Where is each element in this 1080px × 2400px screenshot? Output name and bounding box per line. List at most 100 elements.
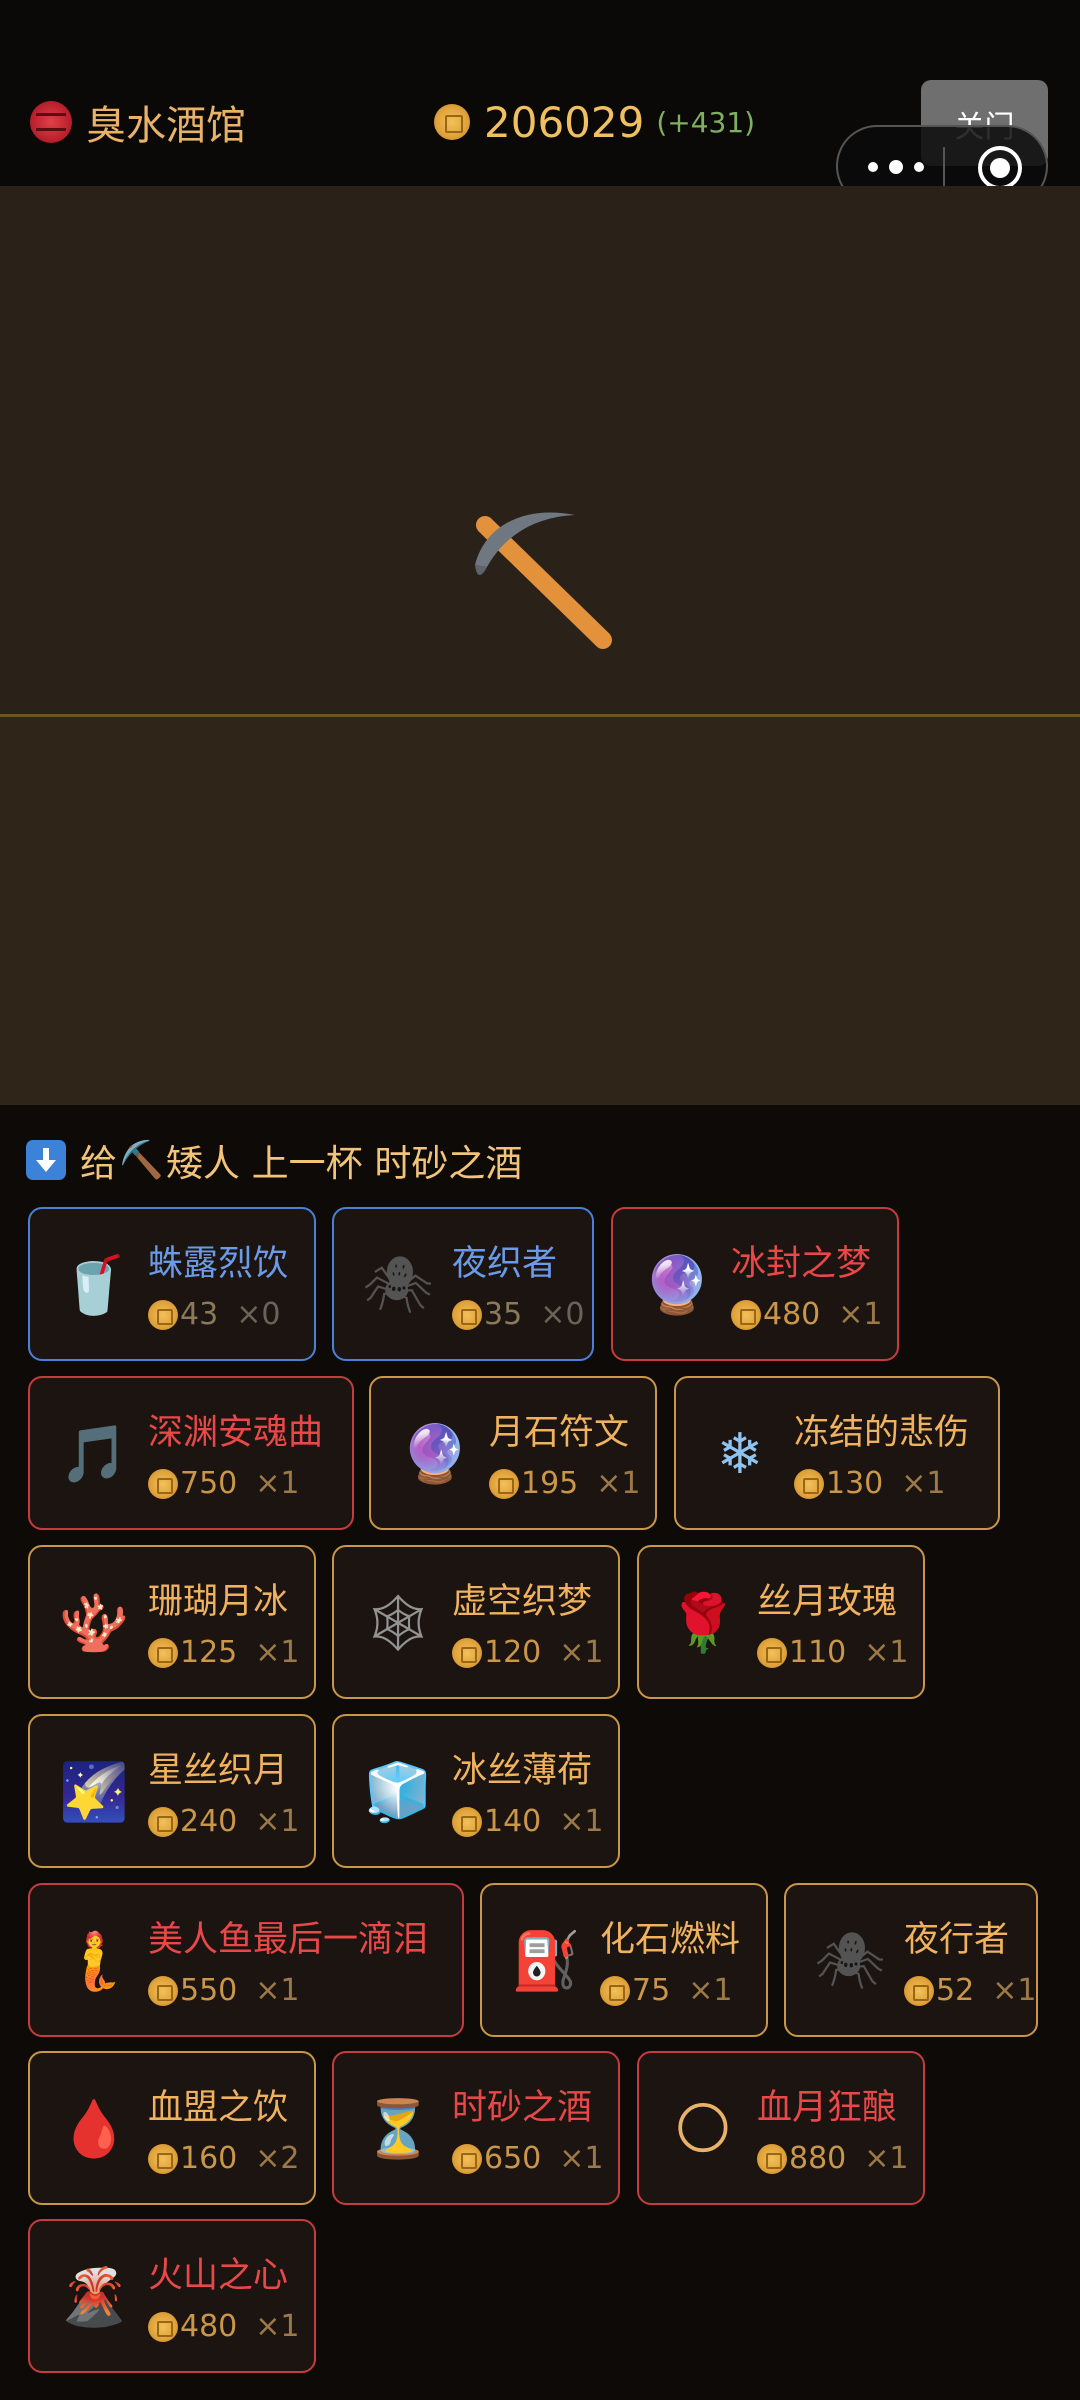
coin-icon: [452, 1806, 482, 1837]
drink-name: 火山之心: [148, 2256, 289, 2296]
exit-mini-program-icon[interactable]: [978, 146, 1022, 190]
drink-name: 美人鱼最后一滴泪: [148, 1920, 429, 1960]
drink-price: 75: [632, 1973, 671, 2008]
drink-meta: 240 ×1: [148, 1804, 300, 1839]
drink-name: 蛛露烈饮: [148, 1244, 289, 1284]
coin-icon: [148, 2143, 178, 2174]
drink-card[interactable]: 🕷 夜行者 52 ×1: [784, 1883, 1038, 2037]
music-note-icon: 🎵: [59, 1422, 129, 1487]
coin-balance: 206029 (+431): [434, 94, 755, 150]
top-bar: 臭水酒馆 206029 (+431) 关门: [0, 0, 1080, 207]
drink-card[interactable]: 🔮 月石符文 195 ×1: [369, 1376, 657, 1530]
drink-price: 750: [180, 1466, 238, 1501]
fuel-pump-icon: ⛽: [511, 1929, 581, 1994]
drink-quantity: ×1: [255, 2309, 300, 2344]
coin-icon: [794, 1468, 824, 1499]
drink-card[interactable]: 🧊 冰丝薄荷 140 ×1: [332, 1714, 620, 1868]
drink-quantity: ×1: [255, 1973, 300, 2008]
order-prompt: 给 ⛏️ 矮人 上一杯 时砂之酒: [26, 1130, 522, 1190]
coin-icon: [148, 2311, 178, 2342]
coin-icon: [452, 1299, 482, 1330]
tumbler-glass-icon: 🥤: [59, 1253, 129, 1318]
shooting-star-icon: 🌠: [59, 1760, 129, 1825]
coral-icon: 🪸: [59, 1591, 129, 1656]
drink-card[interactable]: 🕸 虚空织梦 120 ×1: [332, 1545, 620, 1699]
drink-card[interactable]: 🌠 星丝织月 240 ×1: [28, 1714, 316, 1868]
spider-icon: 🕷: [814, 1929, 886, 1994]
drink-card[interactable]: ❄ 冻结的悲伤 130 ×1: [674, 1376, 1000, 1530]
snowflake-icon: ❄: [716, 1421, 764, 1487]
drink-meta: 110 ×1: [757, 1635, 909, 1670]
prompt-prefix: 给: [80, 1142, 117, 1185]
drink-name: 时砂之酒: [452, 2088, 593, 2128]
drink-name: 血盟之饮: [148, 2088, 289, 2128]
tavern-title: 臭水酒馆: [30, 94, 246, 150]
drink-quantity: ×1: [864, 2141, 909, 2176]
mermaid-icon: 🧜: [59, 1929, 129, 1994]
drink-quantity: ×1: [838, 1297, 883, 1332]
drink-quantity: ×1: [255, 1466, 300, 1501]
spider-web-icon: 🕸: [362, 1591, 434, 1656]
drink-name: 夜行者: [904, 1920, 1010, 1960]
drink-meta: 43 ×0: [148, 1297, 280, 1332]
drink-price: 130: [826, 1466, 884, 1501]
drink-price: 110: [789, 1635, 847, 1670]
more-options-icon[interactable]: [868, 155, 924, 179]
drink-quantity: ×1: [901, 1466, 946, 1501]
drink-card[interactable]: ⛽ 化石燃料 75 ×1: [480, 1883, 768, 2037]
drink-card[interactable]: 🌹 丝月玫瑰 110 ×1: [637, 1545, 925, 1699]
crystal-ball-icon: 🔮: [642, 1253, 712, 1318]
drink-meta: 35 ×0: [452, 1297, 584, 1332]
spider-icon: 🕷: [362, 1253, 434, 1318]
drink-card[interactable]: 🥤 蛛露烈饮 43 ×0: [28, 1207, 316, 1361]
crystal-ball-icon: 🔮: [400, 1422, 470, 1487]
drink-price: 650: [484, 2141, 542, 2176]
drink-meta: 650 ×1: [452, 2141, 604, 2176]
coin-icon: [489, 1468, 519, 1499]
drink-meta: 130 ×1: [794, 1466, 946, 1501]
drink-card[interactable]: 🎵 深渊安魂曲 750 ×1: [28, 1376, 354, 1530]
drink-card[interactable]: 🪸 珊瑚月冰 125 ×1: [28, 1545, 316, 1699]
drink-card[interactable]: ⏳ 时砂之酒 650 ×1: [332, 2051, 620, 2205]
drink-name: 月石符文: [489, 1413, 630, 1453]
drink-meta: 120 ×1: [452, 1635, 604, 1670]
drink-card[interactable]: 🔮 冰封之梦 480 ×1: [611, 1207, 899, 1361]
drink-meta: 195 ×1: [489, 1466, 641, 1501]
rose-icon: 🌹: [668, 1591, 738, 1656]
drink-price: 480: [180, 2309, 238, 2344]
drink-card[interactable]: 🕷 夜织者 35 ×0: [332, 1207, 594, 1361]
coin-icon: [452, 2143, 482, 2174]
drink-price: 120: [484, 1635, 542, 1670]
drink-meta: 52 ×1: [904, 1973, 1036, 2008]
coin-icon: [600, 1975, 630, 2006]
coin-icon: [757, 2143, 787, 2174]
drink-card[interactable]: 🧜 美人鱼最后一滴泪 550 ×1: [28, 1883, 464, 2037]
drink-card[interactable]: 🌕 血月狂酿 880 ×1: [637, 2051, 925, 2205]
red-lantern-icon: [30, 101, 72, 143]
drink-name: 冻结的悲伤: [794, 1413, 970, 1453]
drink-card[interactable]: 🩸 血盟之饮 160 ×2: [28, 2051, 316, 2205]
drink-price: 52: [936, 1973, 975, 2008]
drink-name: 珊瑚月冰: [148, 1582, 289, 1622]
drink-price: 195: [521, 1466, 579, 1501]
drink-quantity: ×1: [559, 1635, 604, 1670]
drink-card[interactable]: 🌋 火山之心 480 ×1: [28, 2219, 316, 2373]
drink-quantity: ×1: [255, 1804, 300, 1839]
drink-name: 化石燃料: [600, 1920, 741, 1960]
drink-name: 夜织者: [452, 1244, 558, 1284]
coin-delta: (+431): [656, 105, 756, 139]
drink-meta: 160 ×2: [148, 2141, 300, 2176]
coin-icon: [148, 1468, 178, 1499]
drink-meta: 75 ×1: [600, 1973, 732, 2008]
pickaxe-glyph-icon: ⛏️: [119, 1140, 164, 1181]
drink-name: 虚空织梦: [452, 1582, 593, 1622]
drink-price: 880: [789, 2141, 847, 2176]
drink-price: 140: [484, 1804, 542, 1839]
drink-price: 550: [180, 1973, 238, 2008]
drink-quantity: ×1: [864, 1635, 909, 1670]
drink-meta: 550 ×1: [148, 1973, 300, 2008]
drink-quantity: ×2: [255, 2141, 300, 2176]
prompt-target: 矮人 上一杯 时砂之酒: [165, 1142, 523, 1185]
drink-quantity: ×1: [559, 1804, 604, 1839]
full-moon-icon: 🌕: [673, 2096, 733, 2162]
